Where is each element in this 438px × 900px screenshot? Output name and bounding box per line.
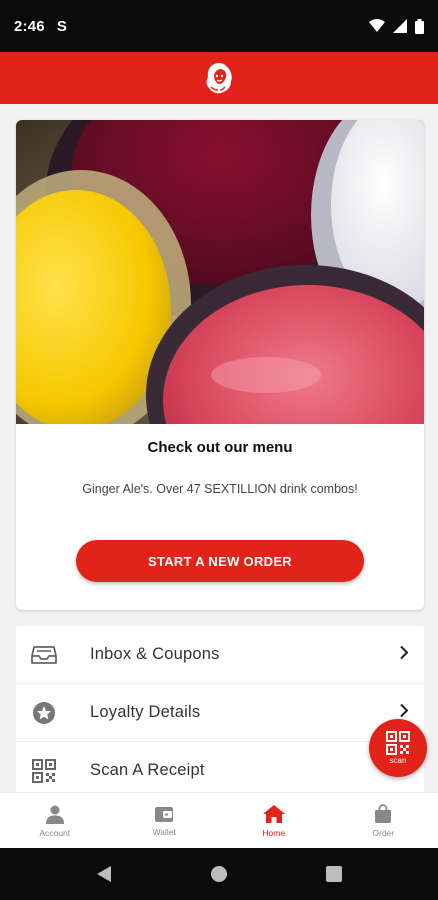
promo-card[interactable]: Check out our menu Ginger Ale's. Over 47… bbox=[16, 120, 424, 610]
tab-home[interactable]: Home bbox=[219, 793, 329, 848]
hero-image bbox=[16, 120, 424, 424]
tab-account[interactable]: Account bbox=[0, 793, 110, 848]
carrier-icon: S bbox=[56, 17, 67, 35]
bottom-nav: Account Wallet Home Order bbox=[0, 792, 438, 848]
qr-code-icon bbox=[386, 731, 410, 755]
tab-label: Wallet bbox=[152, 826, 176, 837]
tab-wallet[interactable]: Wallet bbox=[110, 793, 220, 848]
battery-icon bbox=[415, 18, 424, 34]
wallet-icon bbox=[155, 806, 174, 822]
tab-label: Account bbox=[39, 827, 71, 838]
system-nav-bar bbox=[0, 848, 438, 900]
inbox-icon bbox=[16, 645, 74, 665]
promo-title: Check out our menu bbox=[147, 439, 293, 456]
account-menu: Inbox & Coupons Loyalty Details Scan A R… bbox=[16, 626, 424, 792]
menu-item-inbox[interactable]: Inbox & Coupons bbox=[16, 626, 424, 684]
start-new-order-button[interactable]: START A NEW ORDER bbox=[76, 540, 364, 582]
status-bar: 2:46 S bbox=[0, 0, 438, 52]
wifi-icon bbox=[369, 19, 385, 32]
home-circle-icon[interactable] bbox=[210, 865, 228, 883]
shopping-bag-icon bbox=[375, 803, 392, 823]
recents-icon[interactable] bbox=[326, 866, 342, 882]
signal-icon bbox=[393, 19, 407, 33]
promo-subtitle: Ginger Ale's. Over 47 SEXTILLION drink c… bbox=[82, 482, 358, 496]
home-icon bbox=[262, 804, 285, 823]
menu-item-loyalty[interactable]: Loyalty Details bbox=[16, 684, 424, 742]
status-icons bbox=[369, 18, 424, 34]
tab-label: Order bbox=[372, 827, 395, 838]
qr-code-icon bbox=[16, 758, 74, 783]
chevron-right-icon bbox=[399, 645, 409, 664]
app-header bbox=[0, 52, 438, 104]
person-icon bbox=[45, 805, 64, 824]
back-icon[interactable] bbox=[96, 865, 112, 883]
wendys-logo-icon bbox=[206, 63, 232, 94]
scan-button[interactable]: scan bbox=[369, 719, 427, 777]
menu-item-scan-receipt[interactable]: Scan A Receipt bbox=[16, 742, 424, 792]
scan-button-label: scan bbox=[389, 756, 407, 765]
menu-item-label: Loyalty Details bbox=[90, 703, 201, 721]
tab-order[interactable]: Order bbox=[329, 793, 438, 848]
star-badge-icon bbox=[16, 701, 74, 725]
status-time: 2:46 bbox=[14, 17, 45, 35]
tab-label: Home bbox=[262, 827, 286, 838]
menu-item-label: Inbox & Coupons bbox=[90, 645, 220, 663]
menu-item-label: Scan A Receipt bbox=[90, 761, 205, 779]
